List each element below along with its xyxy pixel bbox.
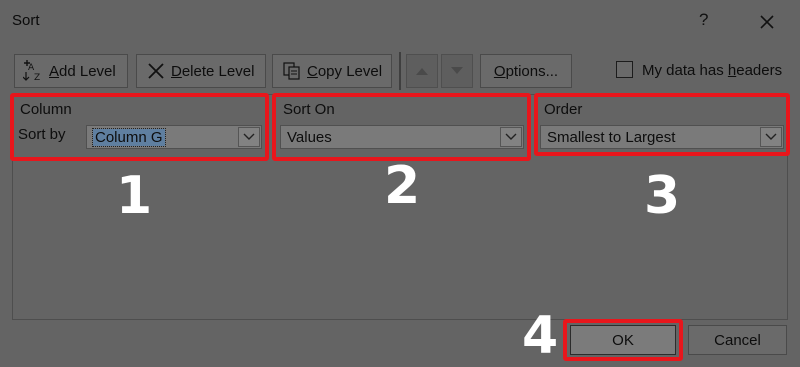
close-icon: [760, 15, 774, 29]
options-accel: O: [493, 62, 506, 80]
copy-level-button[interactable]: Copy Level: [272, 54, 392, 88]
order-select-value: Smallest to Largest: [547, 128, 676, 146]
help-button[interactable]: ?: [699, 10, 708, 30]
callout-number-4: 4: [522, 306, 559, 366]
order-header: Order: [544, 101, 583, 118]
move-down-button[interactable]: [441, 54, 473, 88]
add-level-text: dd Level: [59, 62, 116, 80]
options-label: Options...: [494, 63, 558, 80]
options-text: ptions...: [505, 62, 559, 80]
close-button[interactable]: [752, 2, 782, 42]
options-button[interactable]: Options...: [480, 54, 572, 88]
callout-number-2: 2: [384, 156, 421, 216]
copy-level-icon: [281, 60, 303, 82]
sort-on-select-value: Values: [287, 128, 332, 146]
add-level-icon: A Z: [23, 60, 45, 82]
column-select[interactable]: Column G: [86, 125, 262, 149]
order-dropdown-button[interactable]: [760, 127, 782, 147]
svg-text:Z: Z: [34, 73, 40, 82]
callout-number-3: 3: [644, 166, 681, 226]
delete-level-text: elete Level: [181, 62, 255, 80]
svg-text:A: A: [28, 63, 35, 73]
copy-level-text: opy Level: [317, 62, 383, 80]
sort-on-header: Sort On: [283, 101, 335, 118]
move-up-icon: [416, 68, 428, 75]
copy-level-accel: C: [307, 62, 318, 80]
cancel-button[interactable]: Cancel: [688, 325, 787, 355]
headers-checkbox-label[interactable]: My data has headers: [642, 62, 782, 79]
chevron-down-icon: [505, 133, 517, 140]
chevron-down-icon: [765, 133, 777, 140]
delete-level-button[interactable]: Delete Level: [136, 54, 266, 88]
toolbar-separator: [399, 52, 401, 90]
headers-text-rest: eaders: [736, 62, 783, 79]
ok-button[interactable]: OK: [570, 325, 676, 355]
dialog-title: Sort: [12, 12, 40, 29]
move-up-button[interactable]: [406, 54, 438, 88]
delete-level-accel: D: [171, 62, 182, 80]
column-dropdown-button[interactable]: [238, 127, 260, 147]
callout-number-1: 1: [116, 166, 153, 226]
copy-level-label: Copy Level: [307, 63, 382, 80]
sort-by-label: Sort by: [18, 126, 66, 143]
column-select-value: Column G: [92, 127, 166, 147]
move-down-icon: [451, 67, 463, 74]
chevron-down-icon: [243, 133, 255, 140]
sort-on-select[interactable]: Values: [280, 125, 524, 149]
add-level-label: Add Level: [49, 63, 116, 80]
headers-accel: h: [727, 62, 737, 79]
headers-text-prefix: My data has: [642, 62, 728, 79]
order-select[interactable]: Smallest to Largest: [540, 125, 784, 149]
add-level-button[interactable]: A Z Add Level: [14, 54, 128, 88]
add-level-accel: A: [49, 62, 60, 80]
sort-on-dropdown-button[interactable]: [500, 127, 522, 147]
delete-level-label: Delete Level: [171, 63, 254, 80]
headers-checkbox[interactable]: [616, 61, 633, 78]
delete-level-icon: [145, 60, 167, 82]
column-header: Column: [20, 101, 72, 118]
